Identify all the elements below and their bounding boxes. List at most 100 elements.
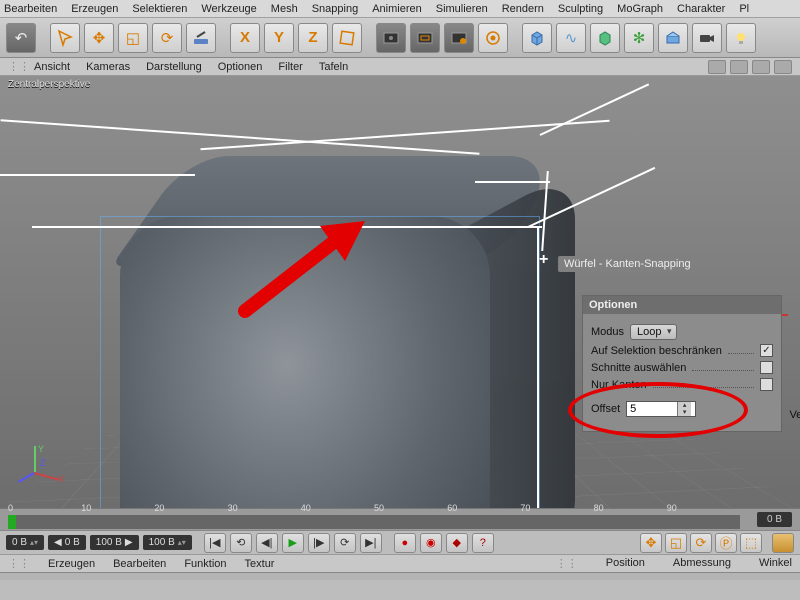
menu-charakter[interactable]: Charakter — [677, 3, 725, 15]
menu-snapping[interactable]: Snapping — [312, 3, 359, 15]
view-kameras[interactable]: Kameras — [86, 61, 130, 73]
viewport-nav-icon[interactable] — [774, 60, 792, 74]
view-filter[interactable]: Filter — [278, 61, 302, 73]
menu-erzeugen[interactable]: Erzeugen — [71, 3, 118, 15]
menu-simulieren[interactable]: Simulieren — [436, 3, 488, 15]
camera-button[interactable] — [692, 23, 722, 53]
render-settings-button[interactable] — [444, 23, 474, 53]
annotation-arrow-icon — [225, 216, 375, 326]
view-darstellung[interactable]: Darstellung — [146, 61, 202, 73]
viewport-nav-icon[interactable] — [752, 60, 770, 74]
param-key-button[interactable]: Ⓟ — [715, 533, 737, 553]
tab-erzeugen[interactable]: Erzeugen — [48, 558, 95, 570]
timeline[interactable]: 0 10 20 30 40 50 60 70 80 90 0 B — [0, 508, 800, 530]
menu-mograph[interactable]: MoGraph — [617, 3, 663, 15]
menu-more[interactable]: Pl — [739, 3, 749, 15]
undo-button[interactable]: ↶ — [6, 23, 36, 53]
menu-rendern[interactable]: Rendern — [502, 3, 544, 15]
offset-label: Offset — [591, 403, 620, 415]
range-start-field[interactable]: 0 B▴▾ — [6, 535, 44, 550]
tab-bearbeiten[interactable]: Bearbeiten — [113, 558, 166, 570]
offset-field[interactable]: ▴▾ — [626, 401, 696, 417]
edge-wire — [475, 181, 550, 183]
loop-end-field[interactable]: 100 B ▶ — [90, 535, 139, 550]
only-edges-label: Nur Kanten — [591, 379, 647, 391]
menu-werkzeuge[interactable]: Werkzeuge — [201, 3, 256, 15]
rotate-key-button[interactable]: ⟳ — [690, 533, 712, 553]
loop-start-field[interactable]: ◀ 0 B — [48, 535, 86, 550]
offset-input[interactable] — [627, 403, 677, 415]
col-abmessung: Abmessung — [673, 557, 731, 570]
pla-key-button[interactable]: ⬚ — [740, 533, 762, 553]
environment-button[interactable] — [658, 23, 688, 53]
view-optionen[interactable]: Optionen — [218, 61, 263, 73]
tick: 40 — [301, 503, 311, 513]
render-queue-button[interactable] — [478, 23, 508, 53]
light-button[interactable] — [726, 23, 756, 53]
tab-funktion[interactable]: Funktion — [184, 558, 226, 570]
autokey-button[interactable]: ◉ — [420, 533, 442, 553]
menu-animieren[interactable]: Animieren — [372, 3, 422, 15]
viewport-3d[interactable]: Zentralperspektive + Würfel - Kanten-Sna… — [0, 76, 800, 508]
viewport-nav-icon[interactable] — [730, 60, 748, 74]
menu-sculpting[interactable]: Sculpting — [558, 3, 603, 15]
move-key-button[interactable]: ✥ — [640, 533, 662, 553]
axis-x-button[interactable]: X — [230, 23, 260, 53]
extra-button[interactable] — [772, 533, 794, 553]
axis-z-button[interactable]: Z — [298, 23, 328, 53]
move-tool[interactable]: ✥ — [84, 23, 114, 53]
axis-y-button[interactable]: Y — [264, 23, 294, 53]
primitive-cube-button[interactable] — [522, 23, 552, 53]
live-select-tool[interactable] — [50, 23, 80, 53]
drag-handle-icon[interactable]: ⋮⋮ — [8, 60, 18, 73]
edge-wire — [540, 83, 650, 136]
prev-key-button[interactable]: ⟲ — [230, 533, 252, 553]
record-button[interactable]: ● — [394, 533, 416, 553]
col-winkel: Winkel — [759, 557, 792, 570]
restrict-label: Auf Selektion beschränken — [591, 345, 722, 357]
spinner-icon[interactable]: ▴▾ — [677, 402, 691, 416]
main-menubar: Bearbeiten Erzeugen Selektieren Werkzeug… — [0, 0, 800, 18]
go-start-button[interactable]: |◀ — [204, 533, 226, 553]
modus-dropdown[interactable]: Loop — [630, 324, 676, 340]
tick: 20 — [154, 503, 164, 513]
menu-bearbeiten[interactable]: Bearbeiten — [4, 3, 57, 15]
tab-textur[interactable]: Textur — [245, 558, 275, 570]
coord-system-button[interactable] — [332, 23, 362, 53]
scale-key-button[interactable]: ◱ — [665, 533, 687, 553]
generator-button[interactable] — [590, 23, 620, 53]
col-position: Position — [606, 557, 645, 570]
transport-bar: 0 B▴▾ ◀ 0 B 100 B ▶ 100 B▴▾ |◀ ⟲ ◀| ▶ |▶… — [0, 530, 800, 554]
rotate-tool[interactable]: ⟳ — [152, 23, 182, 53]
keyframe-opts-button[interactable]: ? — [472, 533, 494, 553]
viewport-nav-icon[interactable] — [708, 60, 726, 74]
tick: 10 — [81, 503, 91, 513]
keyframe-sel-button[interactable]: ◆ — [446, 533, 468, 553]
next-key-button[interactable]: ⟳ — [334, 533, 356, 553]
play-button[interactable]: ▶ — [282, 533, 304, 553]
edge-wire — [0, 174, 195, 176]
last-tool[interactable] — [186, 23, 216, 53]
spline-button[interactable]: ∿ — [556, 23, 586, 53]
view-tafeln[interactable]: Tafeln — [319, 61, 348, 73]
select-cuts-checkbox[interactable] — [760, 361, 773, 374]
step-fwd-button[interactable]: |▶ — [308, 533, 330, 553]
step-back-button[interactable]: ◀| — [256, 533, 278, 553]
frame-readout: 0 B — [757, 512, 792, 527]
drag-handle-icon[interactable]: ⋮⋮ — [8, 557, 30, 570]
timeline-ruler[interactable]: 0 10 20 30 40 50 60 70 80 90 — [8, 515, 740, 529]
restrict-checkbox[interactable]: ✓ — [760, 344, 773, 357]
render-region-button[interactable] — [410, 23, 440, 53]
render-view-button[interactable] — [376, 23, 406, 53]
menu-selektieren[interactable]: Selektieren — [132, 3, 187, 15]
tick: 90 — [667, 503, 677, 513]
playhead-icon[interactable] — [8, 515, 16, 529]
view-ansicht[interactable]: Ansicht — [34, 61, 70, 73]
go-end-button[interactable]: ▶| — [360, 533, 382, 553]
drag-handle-icon[interactable]: ⋮⋮ — [556, 557, 578, 570]
menu-mesh[interactable]: Mesh — [271, 3, 298, 15]
scale-tool[interactable]: ◱ — [118, 23, 148, 53]
deformer-button[interactable]: ✻ — [624, 23, 654, 53]
only-edges-checkbox[interactable] — [760, 378, 773, 391]
range-end-field[interactable]: 100 B▴▾ — [143, 535, 192, 550]
